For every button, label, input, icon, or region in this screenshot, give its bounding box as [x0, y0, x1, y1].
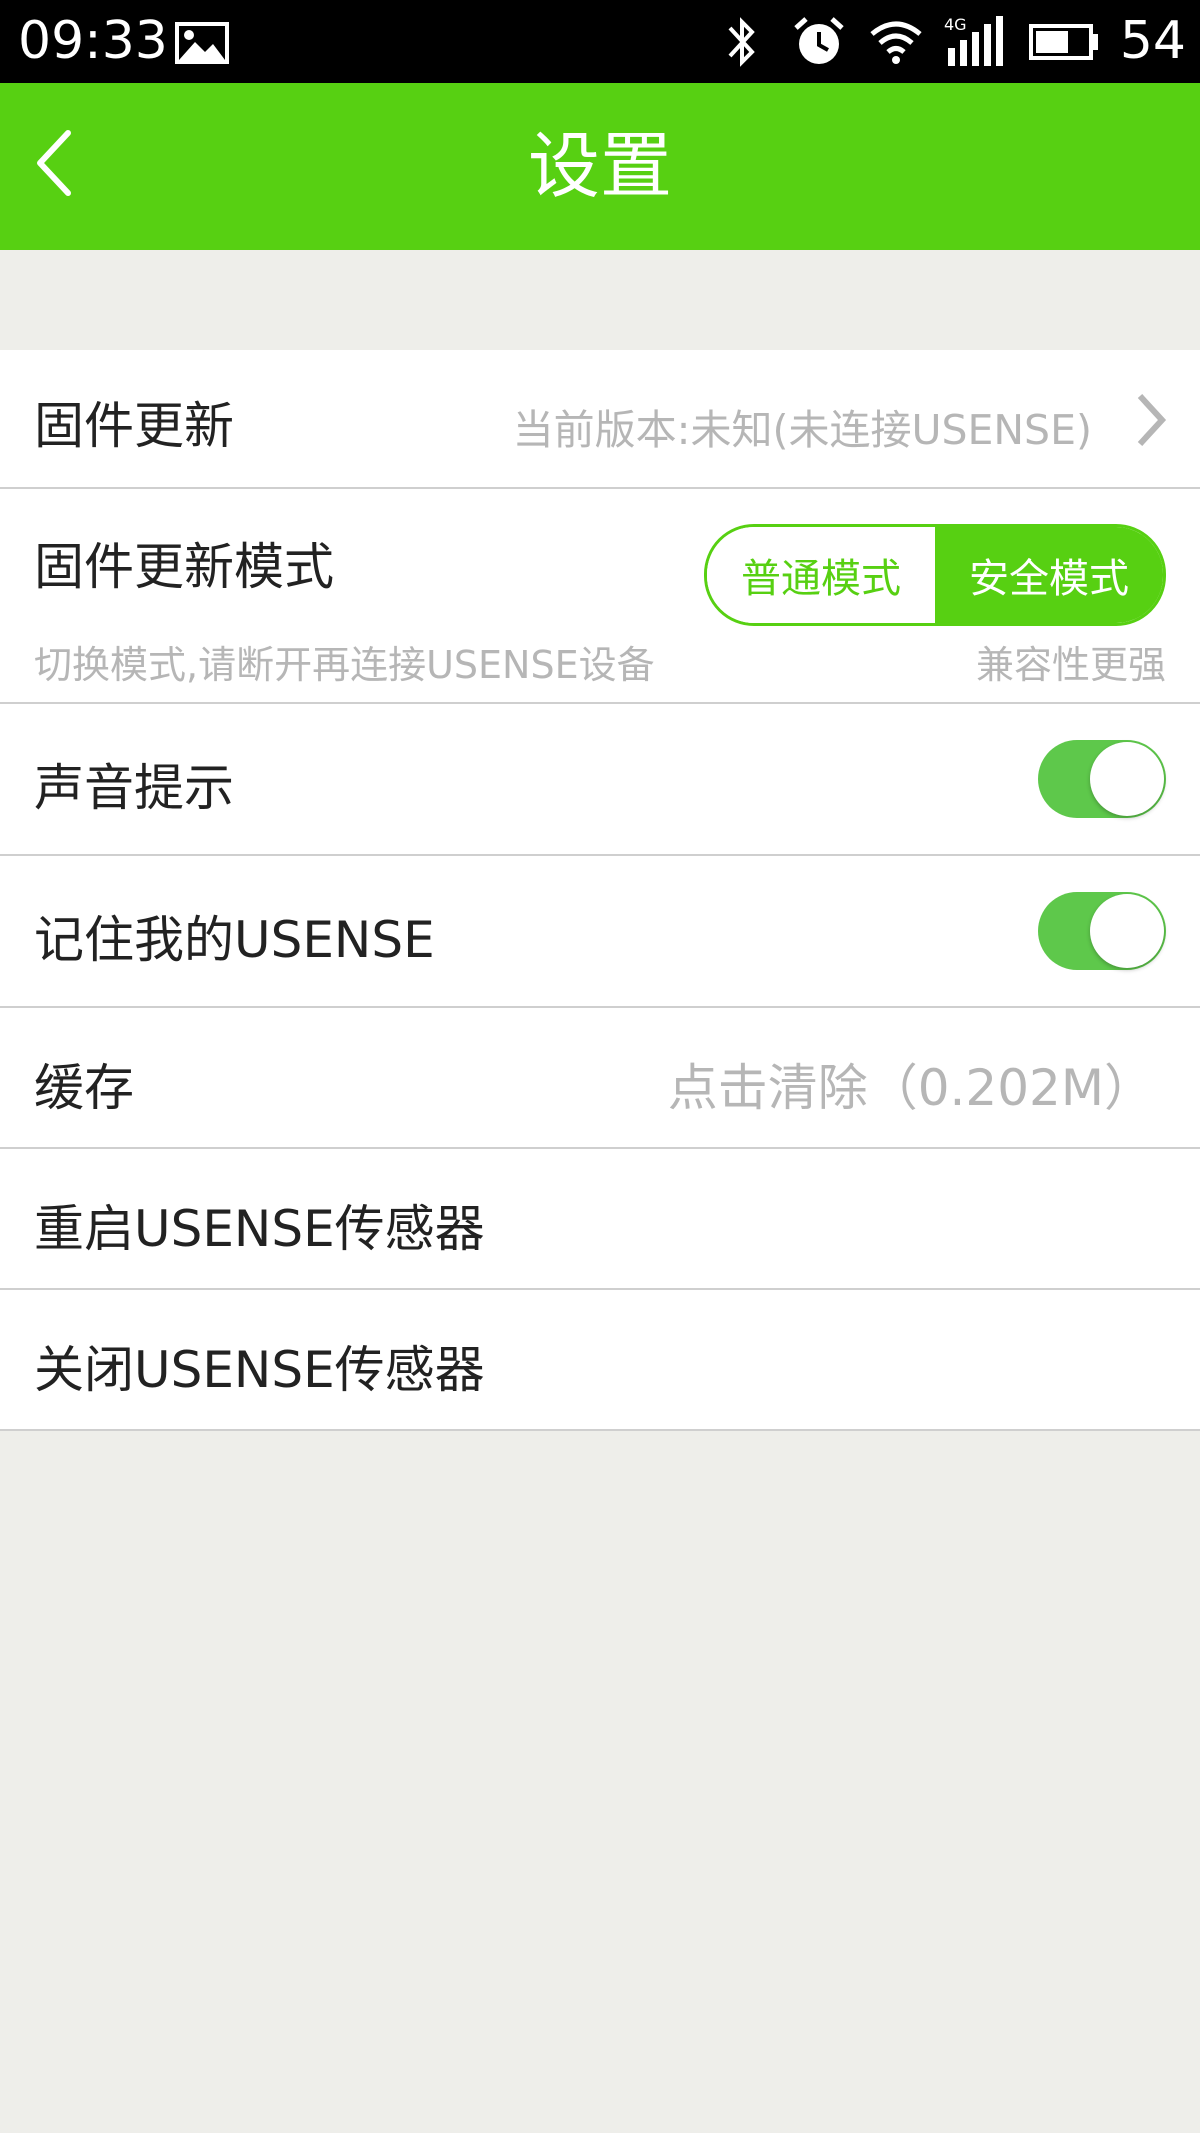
clear-cache-value: 点击清除（0.202M）: [667, 1059, 1154, 1117]
chevron-right-icon: [1137, 393, 1167, 447]
wifi-icon: [870, 21, 922, 64]
cache-row[interactable]: 缓存 点击清除（0.202M）: [0, 1008, 1200, 1149]
firmware-update-row[interactable]: 固件更新 当前版本:未知(未连接USENSE): [0, 350, 1200, 489]
close-sensor-label: 关闭USENSE传感器: [34, 1341, 485, 1399]
firmware-mode-segmented-control: 普通模式 安全模式: [704, 524, 1166, 626]
normal-mode-button[interactable]: 普通模式: [707, 527, 935, 623]
restart-sensor-label: 重启USENSE传感器: [34, 1200, 485, 1258]
remember-usense-row: 记住我的USENSE: [0, 856, 1200, 1008]
4g-signal-icon: 4G: [944, 15, 1003, 66]
remember-usense-toggle[interactable]: [1038, 892, 1166, 970]
image-icon: [175, 22, 229, 64]
svg-text:4G: 4G: [944, 15, 967, 34]
bluetooth-icon: [728, 17, 755, 67]
cache-label: 缓存: [34, 1059, 134, 1117]
sound-prompt-label: 声音提示: [34, 759, 234, 817]
firmware-mode-label: 固件更新模式: [34, 538, 334, 596]
safe-mode-button[interactable]: 安全模式: [935, 527, 1163, 623]
sound-prompt-toggle[interactable]: [1038, 740, 1166, 818]
app-header: 设置: [0, 83, 1200, 250]
sound-prompt-row: 声音提示: [0, 704, 1200, 856]
restart-sensor-row[interactable]: 重启USENSE传感器: [0, 1149, 1200, 1290]
battery-level: 54: [1119, 11, 1186, 71]
battery-icon: [1029, 24, 1098, 60]
toggle-knob: [1090, 894, 1164, 968]
settings-list: 固件更新 当前版本:未知(未连接USENSE) 固件更新模式 切换模式,请断开再…: [0, 350, 1200, 1431]
remember-usense-label: 记住我的USENSE: [34, 911, 435, 969]
firmware-update-label: 固件更新: [34, 397, 234, 455]
toggle-knob: [1090, 742, 1164, 816]
close-sensor-row[interactable]: 关闭USENSE传感器: [0, 1290, 1200, 1431]
firmware-version-value: 当前版本:未知(未连接USENSE): [512, 406, 1092, 454]
status-bar: 09:33 4G 54: [0, 0, 1200, 83]
firmware-mode-hint: 切换模式,请断开再连接USENSE设备: [34, 643, 655, 687]
alarm-icon: [794, 17, 844, 64]
firmware-mode-compat-hint: 兼容性更强: [975, 643, 1166, 687]
status-time: 09:33: [18, 11, 168, 71]
page-title: 设置: [527, 124, 672, 208]
